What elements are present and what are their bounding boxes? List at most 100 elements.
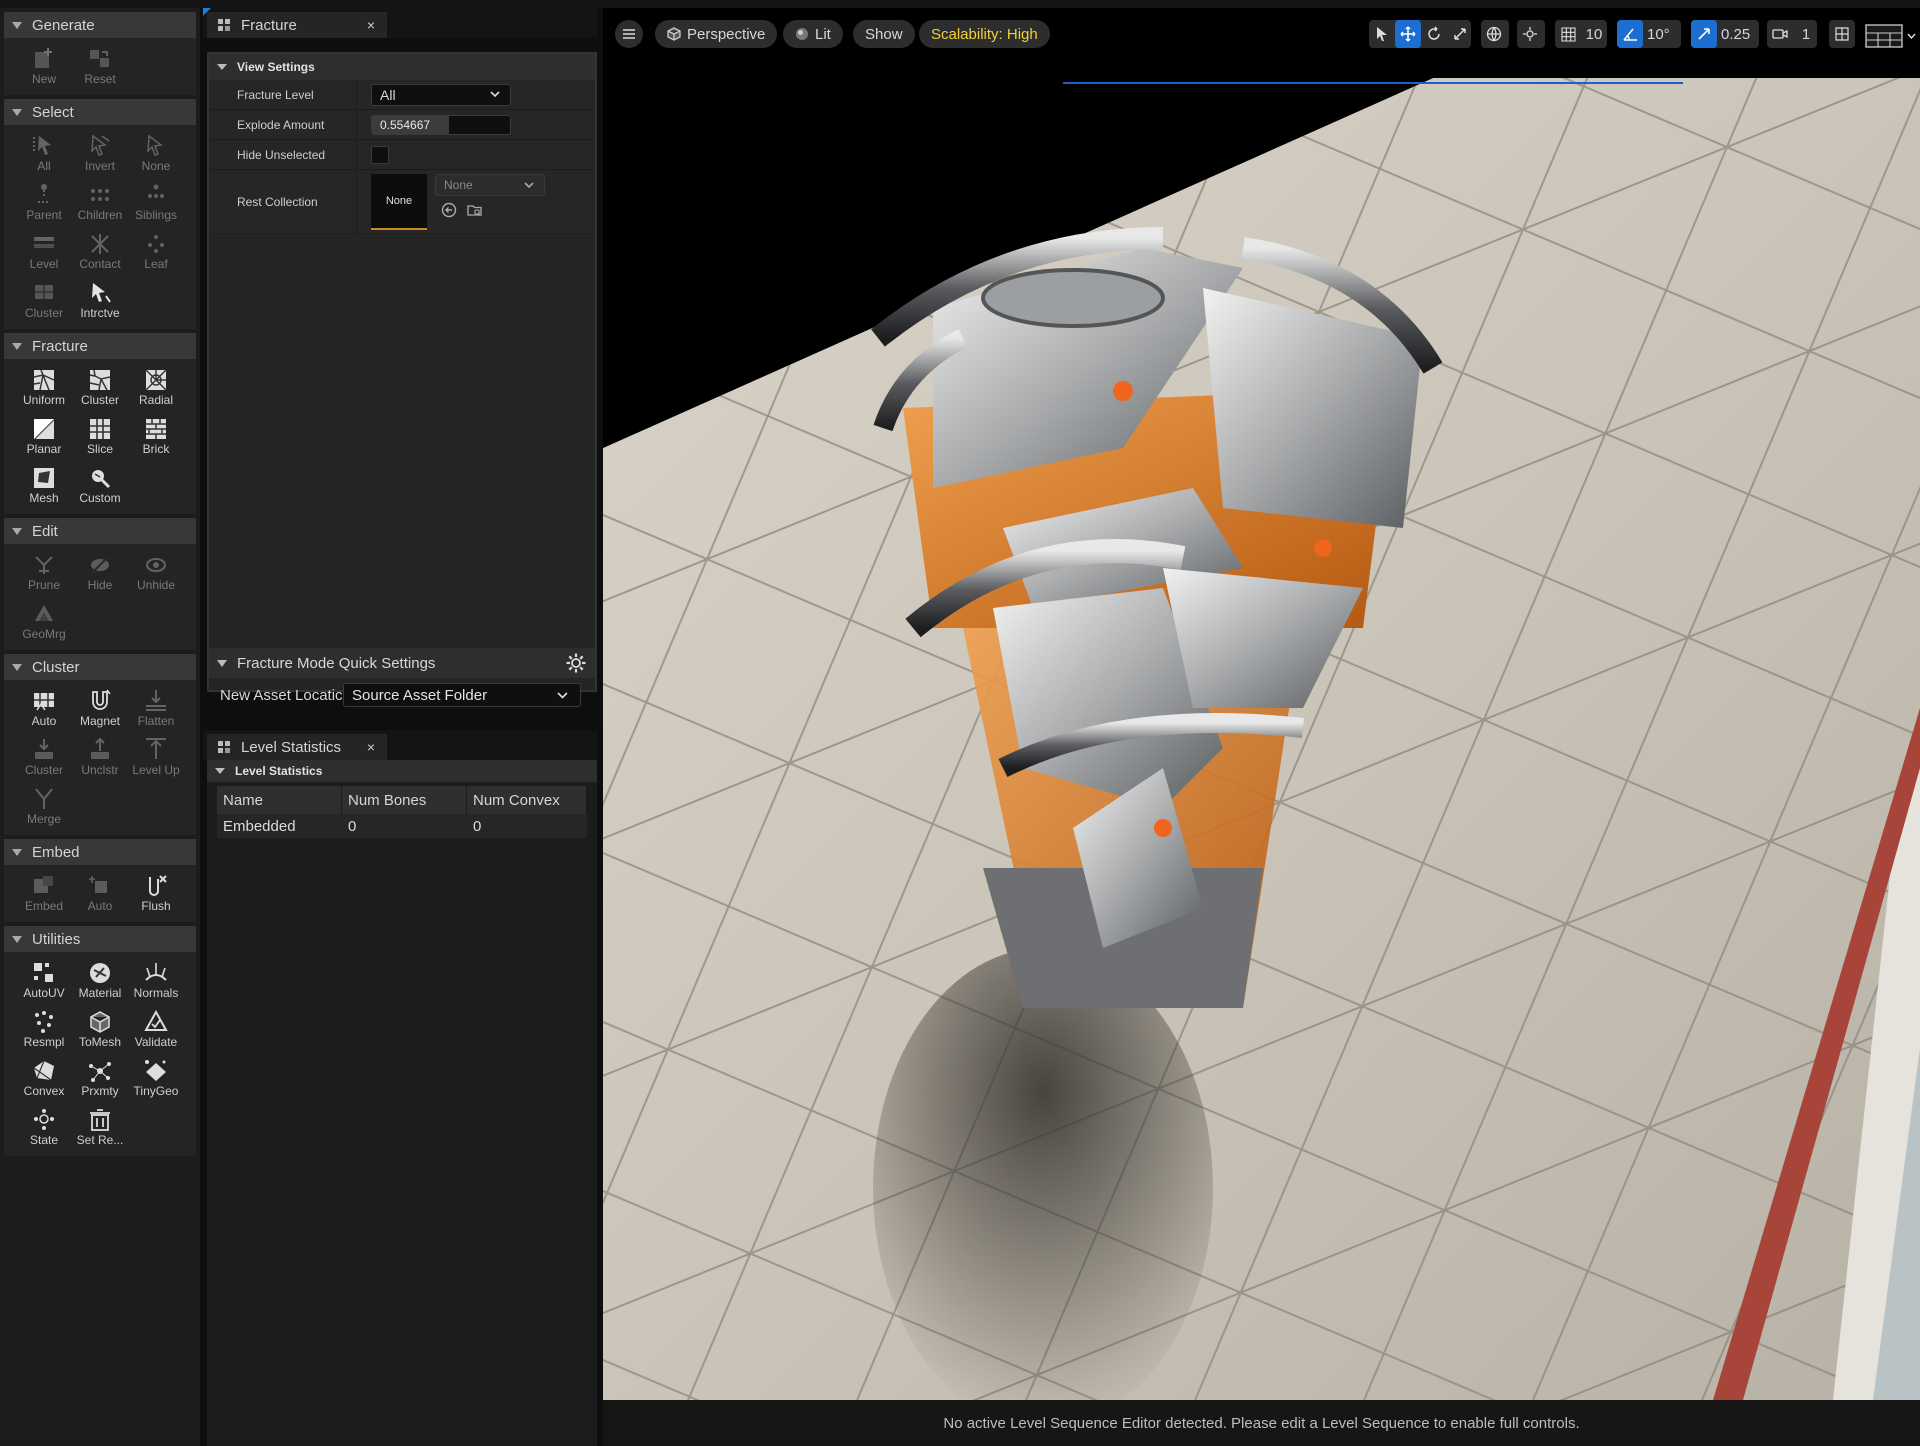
- mesh-icon: [31, 466, 57, 490]
- viewport-menu-button[interactable]: [615, 20, 643, 48]
- tool-button-leaf[interactable]: Leaf: [128, 229, 184, 274]
- tool-button-geomerge[interactable]: GeoMrg: [16, 599, 72, 644]
- maximize-viewport-button[interactable]: [1829, 20, 1855, 48]
- tool-button-radial[interactable]: Radial: [128, 365, 184, 410]
- use-selected-asset-icon[interactable]: [441, 202, 457, 218]
- rotate-tool-button[interactable]: [1421, 20, 1447, 48]
- fracture-level-dropdown[interactable]: All: [371, 83, 511, 106]
- grid-snap-value[interactable]: 10: [1581, 20, 1607, 48]
- tool-button-brick[interactable]: Brick: [128, 414, 184, 459]
- tool-button-reset[interactable]: Reset: [72, 44, 128, 89]
- select-tool-button[interactable]: [1369, 20, 1395, 48]
- tool-button-interactive[interactable]: Intrctve: [72, 278, 128, 323]
- tool-button-flatten[interactable]: Flatten: [128, 686, 184, 731]
- surface-snap-button[interactable]: [1517, 20, 1543, 48]
- tool-button-new-asset[interactable]: New: [16, 44, 72, 89]
- explode-amount-slider[interactable]: 0.554667: [371, 114, 511, 135]
- tool-button-uncluster[interactable]: Unclstr: [72, 735, 128, 780]
- section-header-embed[interactable]: Embed: [4, 839, 196, 865]
- gear-icon[interactable]: [565, 652, 587, 674]
- tool-button-material[interactable]: Material: [72, 958, 128, 1003]
- viewport-scene[interactable]: [603, 8, 1920, 1400]
- world-space-button[interactable]: [1481, 20, 1507, 48]
- camera-speed-toggle[interactable]: [1767, 20, 1793, 48]
- section-header-edit[interactable]: Edit: [4, 518, 196, 544]
- grid-snap-toggle[interactable]: [1555, 20, 1581, 48]
- tool-button-cluster[interactable]: Cluster: [16, 735, 72, 780]
- tool-button-level[interactable]: Level: [16, 229, 72, 274]
- tool-button-siblings[interactable]: Siblings: [128, 180, 184, 225]
- section-header-utilities[interactable]: Utilities: [4, 926, 196, 952]
- tool-button-magnet[interactable]: Magnet: [72, 686, 128, 731]
- tool-button-unhide[interactable]: Unhide: [128, 550, 184, 595]
- rotation-snap-value[interactable]: 10°: [1643, 20, 1674, 48]
- tool-label: Set Re...: [76, 1133, 124, 1147]
- tool-button-state[interactable]: State: [16, 1105, 72, 1150]
- column-header-num-bones[interactable]: Num Bones: [342, 786, 467, 814]
- tool-button-slice[interactable]: Slice: [72, 414, 128, 459]
- close-icon[interactable]: ×: [367, 17, 375, 33]
- viewport-layout-button[interactable]: [1865, 22, 1917, 50]
- tool-button-validate[interactable]: Validate: [128, 1007, 184, 1052]
- tool-button-planar[interactable]: Planar: [16, 414, 72, 459]
- level-statistics-header[interactable]: Level Statistics: [207, 760, 597, 782]
- embed-icon: [31, 874, 57, 898]
- perspective-button[interactable]: Perspective: [655, 20, 778, 48]
- rest-collection-thumbnail[interactable]: None: [371, 174, 427, 230]
- section-header-fracture[interactable]: Fracture: [4, 333, 196, 359]
- tool-button-prune[interactable]: Prune: [16, 550, 72, 595]
- tool-button-autouv[interactable]: AutoUV: [16, 958, 72, 1003]
- column-header-name[interactable]: Name: [217, 786, 342, 814]
- scale-snap-value[interactable]: 0.25: [1717, 20, 1754, 48]
- hide-unselected-checkbox[interactable]: [371, 145, 389, 164]
- tool-button-convex[interactable]: Convex: [16, 1056, 72, 1101]
- tool-button-proximity[interactable]: Prxmty: [72, 1056, 128, 1101]
- tool-button-hide[interactable]: Hide: [72, 550, 128, 595]
- tool-button-mesh[interactable]: Mesh: [16, 463, 72, 508]
- camera-speed-value[interactable]: 1: [1793, 20, 1819, 48]
- tab-level-statistics[interactable]: Level Statistics ×: [207, 734, 387, 760]
- tool-button-embed[interactable]: Embed: [16, 871, 72, 916]
- tool-button-tomesh[interactable]: ToMesh: [72, 1007, 128, 1052]
- tool-button-parent[interactable]: Parent: [16, 180, 72, 225]
- section-header-generate[interactable]: Generate: [4, 12, 196, 38]
- level-viewport[interactable]: Perspective Lit Show Scalability: High 1…: [603, 8, 1920, 1400]
- close-icon[interactable]: ×: [367, 739, 375, 755]
- column-header-num-convex[interactable]: Num Convex: [467, 786, 587, 814]
- section-header-select[interactable]: Select: [4, 99, 196, 125]
- tool-button-cluster-fracture[interactable]: Cluster: [72, 365, 128, 410]
- tool-button-merge[interactable]: Merge: [16, 784, 72, 829]
- tool-button-contact[interactable]: Contact: [72, 229, 128, 274]
- browse-asset-icon[interactable]: [467, 202, 483, 218]
- table-row[interactable]: Embedded 0 0: [217, 814, 587, 838]
- new-asset-location-dropdown[interactable]: Source Asset Folder: [343, 683, 581, 707]
- section-header-cluster[interactable]: Cluster: [4, 654, 196, 680]
- tool-button-select-all[interactable]: All: [16, 131, 72, 176]
- tool-button-normals[interactable]: Normals: [128, 958, 184, 1003]
- scale-tool-button[interactable]: [1447, 20, 1473, 48]
- tool-button-level-up[interactable]: Level Up: [128, 735, 184, 780]
- tool-button-flush[interactable]: Flush: [128, 871, 184, 916]
- view-settings-header[interactable]: View Settings: [209, 54, 595, 80]
- tool-button-auto-embed[interactable]: Auto: [72, 871, 128, 916]
- tool-button-select-none[interactable]: None: [128, 131, 184, 176]
- rest-collection-picker[interactable]: None: [435, 174, 545, 196]
- tool-button-children[interactable]: Children: [72, 180, 128, 225]
- lit-button[interactable]: Lit: [783, 20, 843, 48]
- translate-tool-button[interactable]: [1395, 20, 1421, 48]
- tab-fracture[interactable]: Fracture ×: [207, 12, 387, 38]
- tool-button-auto-cluster[interactable]: Auto: [16, 686, 72, 731]
- tool-button-resample[interactable]: Resmpl: [16, 1007, 72, 1052]
- tool-button-cluster-select[interactable]: Cluster: [16, 278, 72, 323]
- scale-snap-toggle[interactable]: [1691, 20, 1717, 48]
- tool-button-set-remove[interactable]: Set Re...: [72, 1105, 128, 1150]
- tool-button-custom[interactable]: Custom: [72, 463, 128, 508]
- tool-button-tinygeo[interactable]: TinyGeo: [128, 1056, 184, 1101]
- tool-button-invert[interactable]: Invert: [72, 131, 128, 176]
- rotation-snap-toggle[interactable]: [1617, 20, 1643, 48]
- quick-settings-header[interactable]: Fracture Mode Quick Settings: [209, 648, 595, 678]
- cluster-icon: [31, 738, 57, 762]
- show-button[interactable]: Show: [853, 20, 915, 48]
- tool-button-uniform[interactable]: Uniform: [16, 365, 72, 410]
- scalability-button[interactable]: Scalability: High: [919, 20, 1050, 48]
